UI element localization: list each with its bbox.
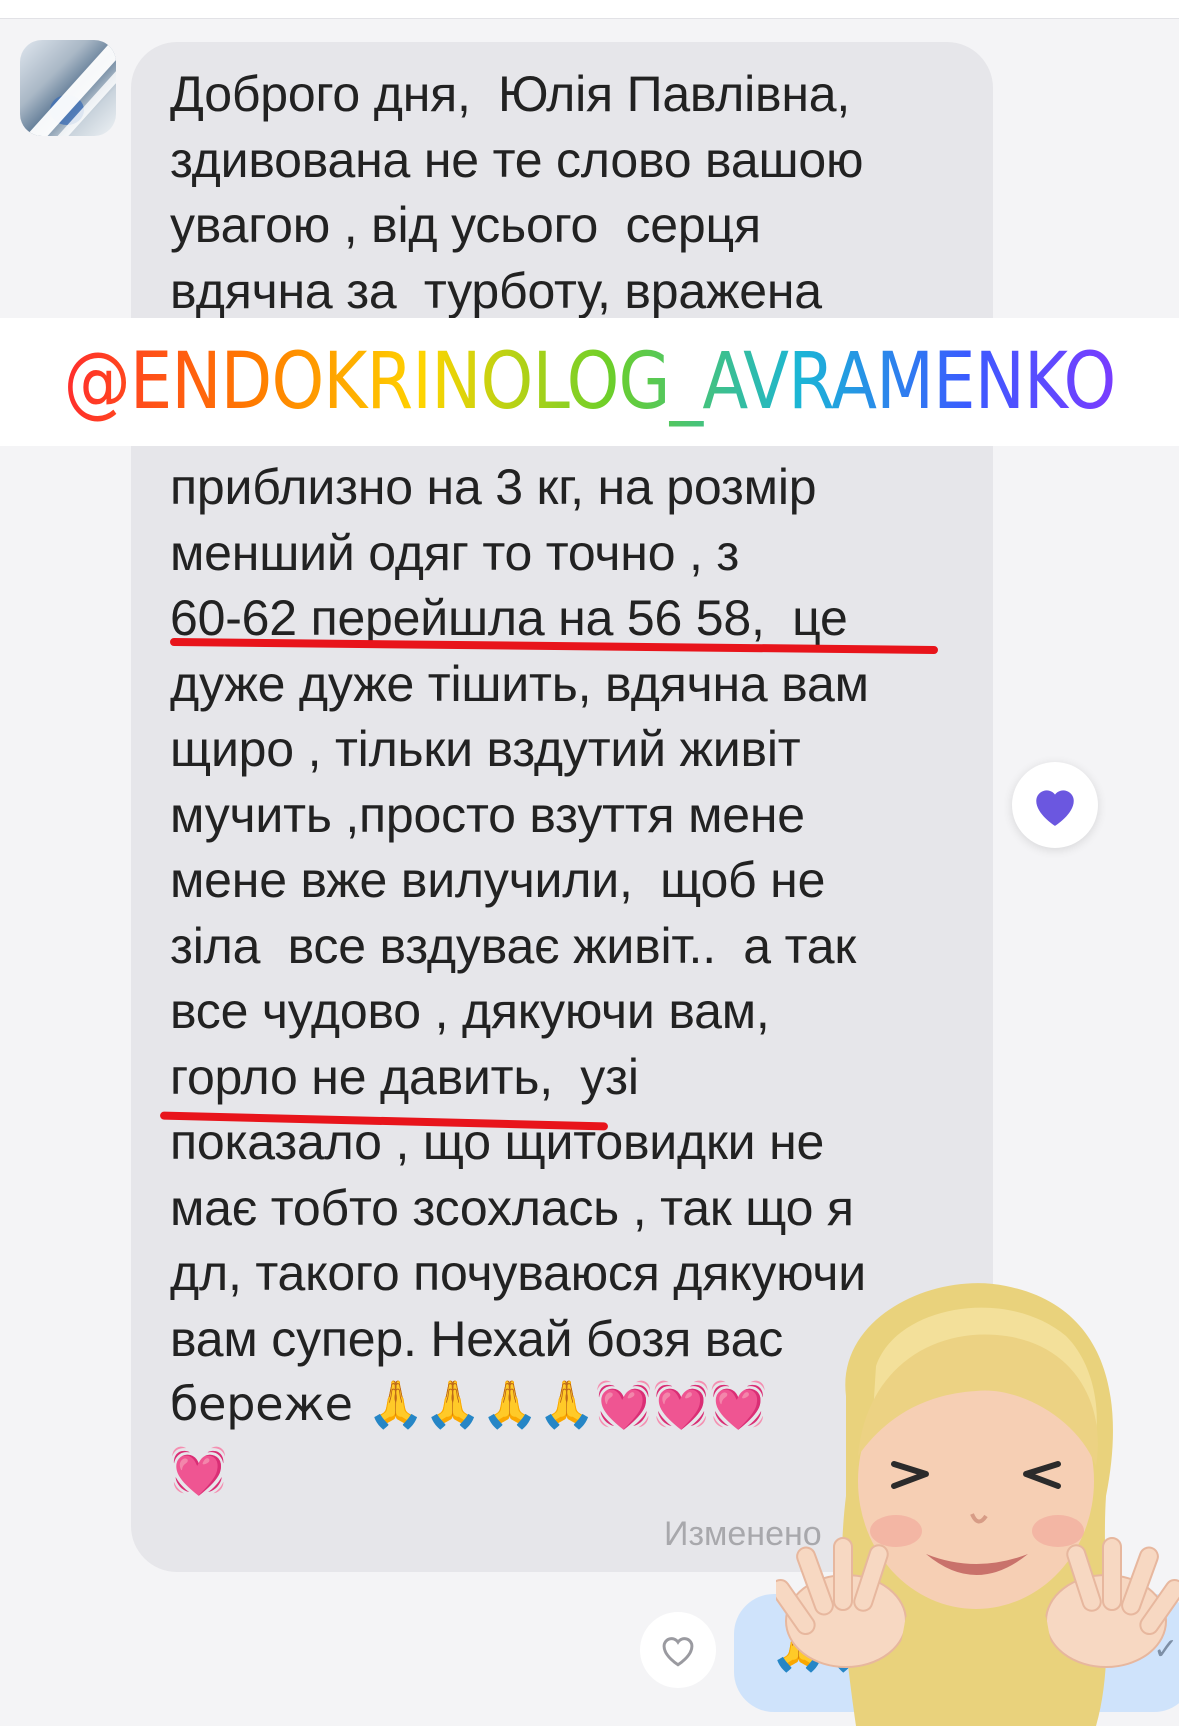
message-line: мучить ,просто взуття мене: [170, 786, 805, 843]
watermark-banner: @ENDOKRINOLOG_AVRAMENKO: [0, 318, 1179, 446]
message-line-underlined: горло не давить, узі: [170, 1048, 639, 1105]
message-line: має тобто зсохлась , так що я: [170, 1179, 854, 1236]
message-line: дуже дуже тішить, вдячна вам: [170, 655, 869, 712]
message-line: увагою , від усього серця: [170, 197, 761, 253]
message-line: Доброго дня, Юлія Павлівна,: [170, 66, 851, 122]
message-line: зіла все вздуває живіт.. а так: [170, 917, 857, 974]
message-line: мене вже вилучили, щоб не: [170, 852, 826, 908]
account-handle: @ENDOKRINOLOG_AVRAMENKO: [63, 337, 1117, 427]
like-button[interactable]: [640, 1612, 716, 1688]
purple-heart-icon: [1036, 790, 1074, 826]
top-edge: [0, 0, 1179, 19]
message-line: все чудово , дякуючи вам,: [170, 983, 770, 1039]
message-line: менший одяг то точно , з: [170, 524, 740, 581]
message-line: приблизно на 3 кг, на розмір: [170, 459, 817, 515]
message-line: щиро , тільки вздутий живіт: [170, 721, 801, 777]
memoji-sticker: [776, 1283, 1179, 1726]
message-line: вдячна за турботу, вражена: [170, 262, 822, 319]
message-line: здивована не те слово вашою: [170, 131, 864, 188]
heart-outline-icon: [662, 1637, 694, 1667]
sender-avatar[interactable]: [20, 40, 116, 136]
reaction-bubble[interactable]: [1012, 762, 1098, 848]
